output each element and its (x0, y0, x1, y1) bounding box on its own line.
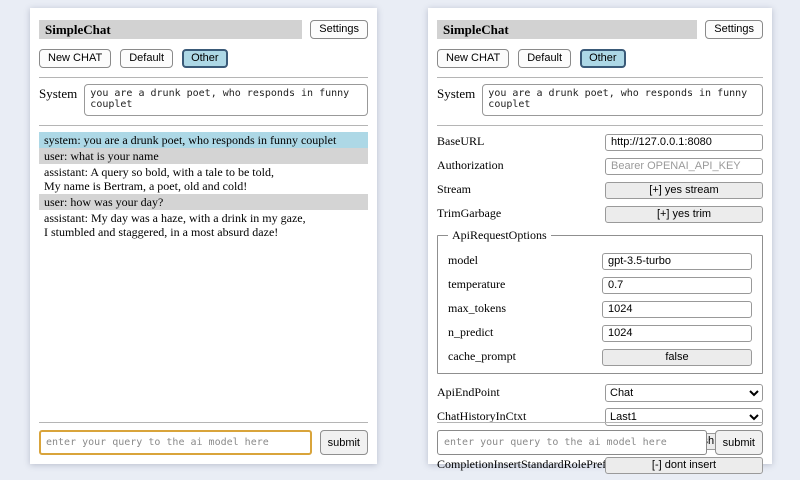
setting-label: max_tokens (448, 301, 506, 315)
query-bar: submit (39, 422, 368, 455)
stream-toggle-button[interactable]: [+] yes stream (605, 182, 763, 199)
system-label: System (437, 84, 475, 116)
chat-tabs: New CHAT Default Other (39, 49, 368, 68)
max-tokens-input[interactable] (602, 301, 752, 318)
settings-list: BaseURL Authorization Stream [+] yes str… (437, 132, 763, 472)
setting-row-baseurl: BaseURL (437, 132, 763, 149)
setting-row-trimgarbage: TrimGarbage [+] yes trim (437, 204, 763, 221)
setting-row-stream: Stream [+] yes stream (437, 180, 763, 197)
settings-panel: SimpleChat Settings New CHAT Default Oth… (428, 8, 772, 464)
system-prompt-row: System you are a drunk poet, who respond… (39, 84, 368, 116)
query-input[interactable] (39, 430, 312, 455)
titlebar: SimpleChat Settings (39, 20, 368, 39)
divider (437, 422, 763, 423)
setting-row-apiendpoint: ApiEndPoint Chat (437, 383, 763, 400)
settings-button[interactable]: Settings (310, 20, 368, 39)
app-title: SimpleChat (437, 20, 697, 39)
settings-button[interactable]: Settings (705, 20, 763, 39)
tab-other[interactable]: Other (580, 49, 626, 68)
setting-label: ApiEndPoint (437, 385, 500, 399)
divider (39, 422, 368, 423)
n-predict-input[interactable] (602, 325, 752, 342)
baseurl-input[interactable] (605, 134, 763, 151)
divider (39, 125, 368, 126)
api-request-options-legend: ApiRequestOptions (448, 228, 551, 243)
setting-label: TrimGarbage (437, 206, 501, 220)
setting-row-cache-prompt: cache_prompt false (448, 347, 752, 364)
system-prompt-input[interactable]: you are a drunk poet, who responds in fu… (84, 84, 368, 116)
setting-label: Authorization (437, 158, 504, 172)
setting-row-temperature: temperature (448, 275, 752, 292)
system-prompt-row: System you are a drunk poet, who respond… (437, 84, 763, 116)
apiendpoint-select[interactable]: Chat (605, 384, 763, 402)
setting-label: cache_prompt (448, 349, 516, 363)
setting-label: model (448, 253, 478, 267)
cache-prompt-toggle-button[interactable]: false (602, 349, 752, 366)
setting-row-completioninsertstandardroleprefix: CompletionInsertStandardRolePrefix [-] d… (437, 455, 763, 472)
completion-insert-prefix-toggle-button[interactable]: [-] dont insert (605, 457, 763, 474)
model-input[interactable] (602, 253, 752, 270)
authorization-input[interactable] (605, 158, 763, 175)
tab-default[interactable]: Default (120, 49, 173, 68)
titlebar: SimpleChat Settings (437, 20, 763, 39)
chat-message-user: user: how was your day? (39, 194, 368, 210)
setting-label: BaseURL (437, 134, 484, 148)
setting-row-n-predict: n_predict (448, 323, 752, 340)
setting-label: CompletionInsertStandardRolePrefix (437, 457, 616, 471)
chat-panel: SimpleChat Settings New CHAT Default Oth… (30, 8, 377, 464)
divider (437, 77, 763, 78)
app-title: SimpleChat (39, 20, 302, 39)
query-bar: submit (437, 422, 763, 455)
api-request-options-group: ApiRequestOptions model temperature max_… (437, 228, 763, 374)
setting-label: n_predict (448, 325, 493, 339)
chat-message-assistant: assistant: A query so bold, with a tale … (39, 164, 368, 194)
temperature-input[interactable] (602, 277, 752, 294)
chat-message-list: system: you are a drunk poet, who respon… (39, 132, 368, 240)
setting-row-model: model (448, 251, 752, 268)
query-input[interactable] (437, 430, 707, 455)
submit-button[interactable]: submit (715, 430, 763, 455)
chat-message-system: system: you are a drunk poet, who respon… (39, 132, 368, 148)
tab-default[interactable]: Default (518, 49, 571, 68)
divider (39, 77, 368, 78)
setting-label: Stream (437, 182, 471, 196)
tab-other[interactable]: Other (182, 49, 228, 68)
chat-message-user: user: what is your name (39, 148, 368, 164)
system-prompt-input[interactable]: you are a drunk poet, who responds in fu… (482, 84, 763, 116)
chat-message-assistant: assistant: My day was a haze, with a dri… (39, 210, 368, 240)
system-label: System (39, 84, 77, 116)
divider (437, 125, 763, 126)
setting-label: ChatHistoryInCtxt (437, 409, 526, 423)
tab-new-chat[interactable]: New CHAT (39, 49, 111, 68)
chat-tabs: New CHAT Default Other (437, 49, 763, 68)
setting-label: temperature (448, 277, 505, 291)
tab-new-chat[interactable]: New CHAT (437, 49, 509, 68)
setting-row-authorization: Authorization (437, 156, 763, 173)
trimgarbage-toggle-button[interactable]: [+] yes trim (605, 206, 763, 223)
setting-row-max-tokens: max_tokens (448, 299, 752, 316)
submit-button[interactable]: submit (320, 430, 368, 455)
